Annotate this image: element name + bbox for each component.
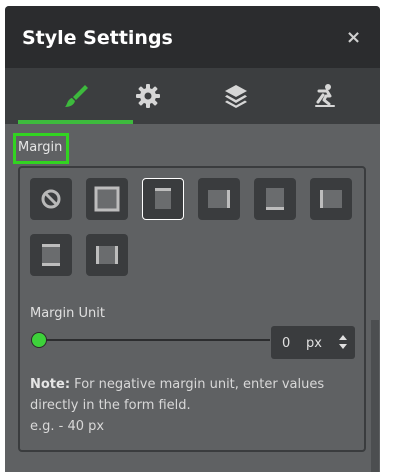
note-example: e.g. - 40 px (30, 419, 105, 434)
panel-scrollbar[interactable] (371, 320, 379, 472)
margin-bottom-icon (266, 188, 284, 210)
margin-right-icon (208, 190, 230, 208)
margin-unit-slider-track[interactable] (41, 339, 270, 341)
close-button[interactable]: × (346, 29, 361, 47)
tab-motion[interactable] (280, 68, 368, 124)
margin-value-text[interactable]: 0 (282, 336, 290, 351)
margin-unit-label: Margin Unit (30, 306, 105, 321)
highlight-box (13, 133, 69, 164)
panel-title: Style Settings (22, 27, 173, 49)
margin-horizontal-icon (96, 246, 118, 264)
skater-icon (315, 84, 335, 107)
margin-all-option[interactable] (86, 178, 128, 220)
note-text-line1: For negative margin unit, enter values (70, 377, 325, 392)
margin-none-option[interactable] (30, 178, 72, 220)
margin-vertical-option[interactable] (30, 234, 72, 276)
panel-header: Style Settings × (5, 6, 380, 68)
margin-note: Note: For negative margin unit, enter va… (30, 374, 345, 437)
margin-unit-text: px (306, 336, 322, 351)
tab-layers[interactable] (192, 68, 280, 124)
margin-top-icon (155, 188, 171, 209)
layers-icon (225, 85, 247, 108)
margin-left-option[interactable] (310, 178, 352, 220)
active-tab-indicator (18, 120, 133, 124)
no-margin-icon (41, 189, 61, 209)
margin-top-option[interactable] (142, 178, 184, 220)
note-text-line2: directly in the form field. (30, 398, 191, 413)
tab-bar (5, 68, 380, 124)
margin-right-option[interactable] (198, 178, 240, 220)
gear-icon (136, 84, 160, 108)
tab-settings[interactable] (104, 68, 192, 124)
style-settings-panel: Style Settings × Margin Margin Unit 0 px… (5, 6, 380, 472)
margin-left-icon (320, 190, 342, 208)
margin-vertical-icon (42, 244, 60, 266)
brush-icon (65, 85, 88, 107)
stepper-arrows-icon[interactable] (338, 333, 348, 351)
margin-bottom-option[interactable] (254, 178, 296, 220)
margin-horizontal-option[interactable] (86, 234, 128, 276)
margin-unit-slider-thumb[interactable] (31, 332, 47, 348)
margin-all-icon (94, 186, 120, 212)
note-label: Note: (30, 377, 71, 392)
